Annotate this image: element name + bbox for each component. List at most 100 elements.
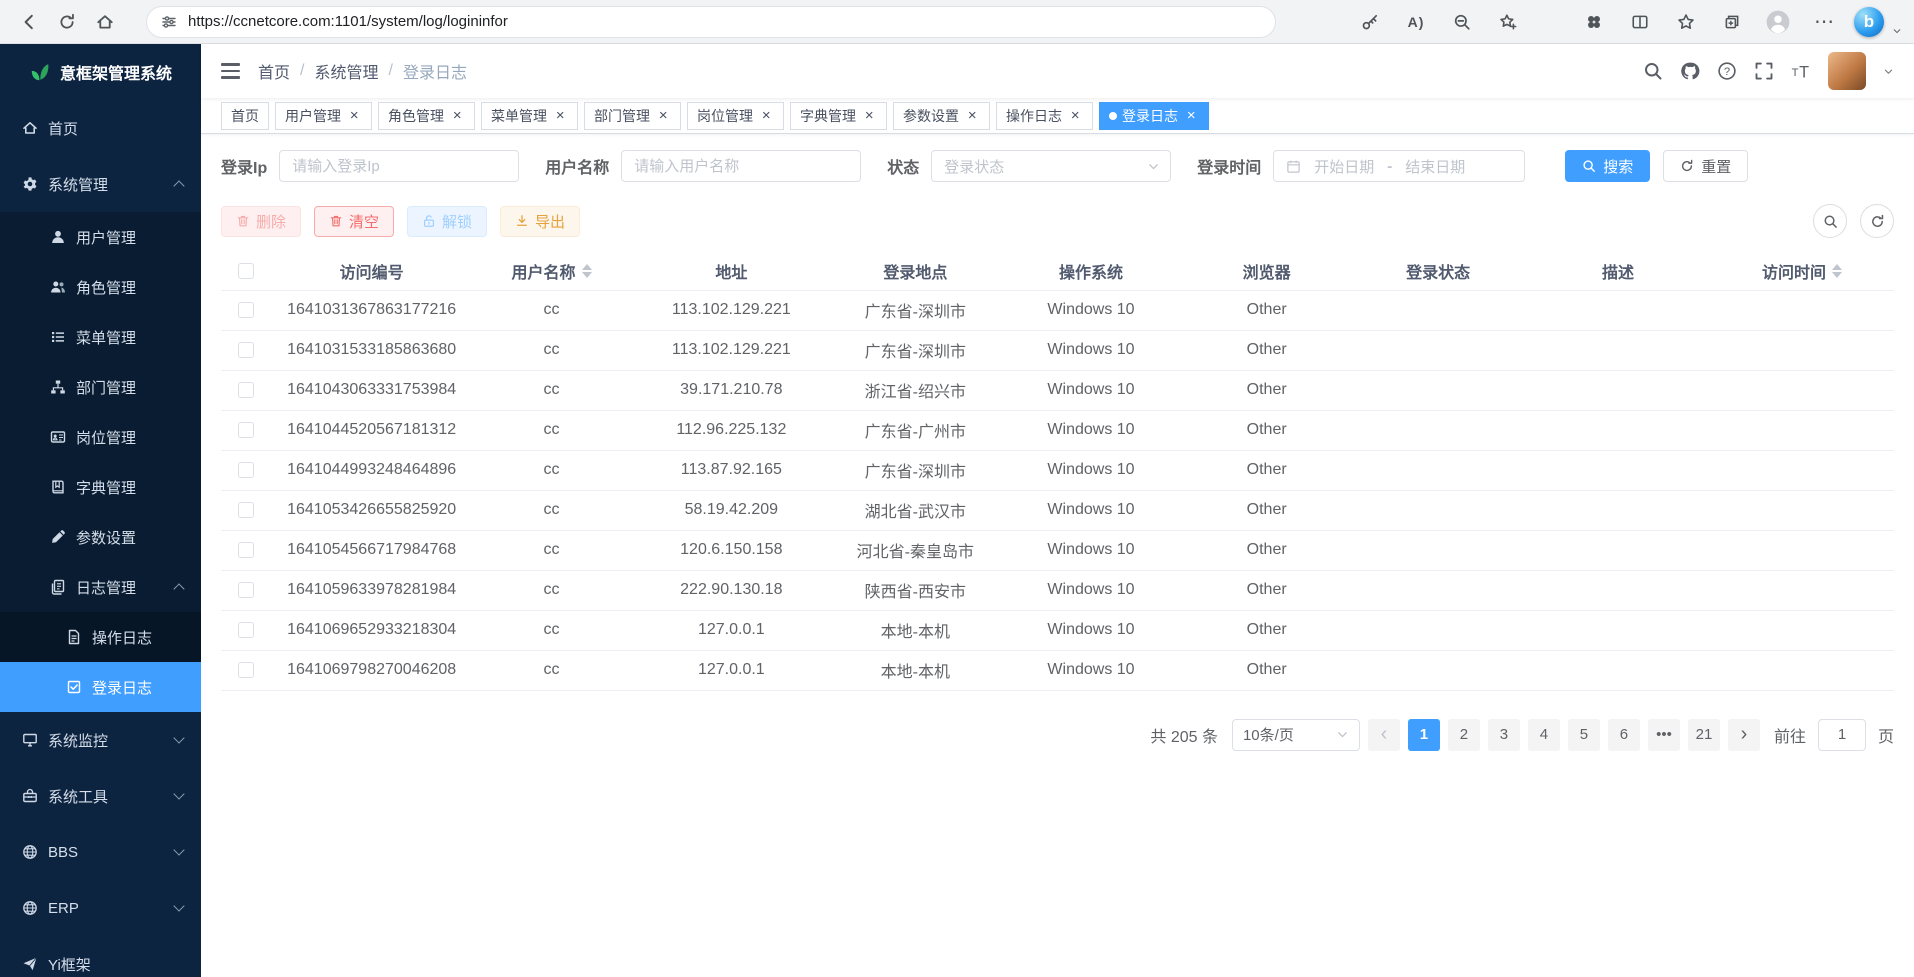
sidebar-item-operation-log[interactable]: 操作日志	[0, 612, 201, 662]
row-checkbox[interactable]	[238, 502, 254, 518]
tab[interactable]: 参数设置 ×	[893, 102, 990, 130]
close-icon[interactable]: ×	[964, 108, 980, 124]
browser-refresh-button[interactable]	[48, 4, 86, 40]
row-checkbox[interactable]	[238, 582, 254, 598]
sidebar-item-post-mgmt[interactable]: 岗位管理	[0, 412, 201, 462]
close-icon[interactable]: ×	[552, 108, 568, 124]
sidebar-item-dept-mgmt[interactable]: 部门管理	[0, 362, 201, 412]
date-range-picker[interactable]: 开始日期 - 结束日期	[1273, 150, 1525, 182]
page-button[interactable]: •••	[1648, 719, 1680, 751]
sidebar-item-bbs[interactable]: BBS	[0, 824, 201, 880]
search-toggle-button[interactable]	[1813, 204, 1847, 238]
sort-desc-icon[interactable]	[582, 272, 592, 278]
sidebar-item-erp[interactable]: ERP	[0, 880, 201, 936]
username-input[interactable]	[621, 150, 861, 182]
search-button[interactable]: 搜索	[1565, 150, 1650, 182]
sidebar-item-system-tools[interactable]: 系统工具	[0, 768, 201, 824]
bing-button[interactable]: b	[1854, 7, 1884, 37]
sidebar-item-dict-mgmt[interactable]: 字典管理	[0, 462, 201, 512]
search-icon[interactable]	[1643, 61, 1663, 81]
github-icon[interactable]	[1680, 61, 1700, 81]
sidebar-item-role-mgmt[interactable]: 角色管理	[0, 262, 201, 312]
sort-asc-icon[interactable]	[582, 264, 592, 270]
sidebar-item-home[interactable]: 首页	[0, 100, 201, 156]
page-button[interactable]: 21	[1688, 719, 1720, 751]
tab[interactable]: 首页	[221, 102, 269, 130]
select-all-checkbox[interactable]	[238, 263, 254, 279]
page-button[interactable]: 3	[1488, 719, 1520, 751]
browser-menu-button[interactable]: ⋯	[1808, 5, 1840, 39]
hamburger-menu-icon[interactable]	[221, 63, 240, 78]
breadcrumb-system-mgmt[interactable]: 系统管理	[314, 59, 378, 83]
sidebar-item-param-settings[interactable]: 参数设置	[0, 512, 201, 562]
address-bar[interactable]: https://ccnetcore.com:1101/system/log/lo…	[146, 6, 1276, 38]
avatar[interactable]	[1828, 52, 1866, 90]
tab[interactable]: 登录日志 ×	[1099, 102, 1209, 130]
browser-back-button[interactable]	[10, 4, 48, 40]
login-ip-input[interactable]	[279, 150, 519, 182]
close-icon[interactable]: ×	[758, 108, 774, 124]
sidebar-item-user-mgmt[interactable]: 用户管理	[0, 212, 201, 262]
breadcrumb-home[interactable]: 首页	[258, 59, 290, 83]
page-button[interactable]: 2	[1448, 719, 1480, 751]
close-icon[interactable]: ×	[655, 108, 671, 124]
add-favorite-icon[interactable]	[1492, 5, 1524, 39]
tab[interactable]: 部门管理 ×	[584, 102, 681, 130]
favorites-icon[interactable]	[1670, 5, 1702, 39]
close-icon[interactable]: ×	[861, 108, 877, 124]
clear-button[interactable]: 清空	[314, 206, 394, 237]
close-icon[interactable]: ×	[346, 108, 362, 124]
page-button[interactable]: 4	[1528, 719, 1560, 751]
tab[interactable]: 用户管理 ×	[275, 102, 372, 130]
help-icon[interactable]	[1717, 61, 1737, 81]
sidebar-item-system-monitor[interactable]: 系统监控	[0, 712, 201, 768]
page-button[interactable]: 5	[1568, 719, 1600, 751]
read-aloud-icon[interactable]: A)	[1400, 5, 1432, 39]
browser-home-button[interactable]	[86, 4, 124, 40]
zoom-out-icon[interactable]	[1446, 5, 1478, 39]
page-button[interactable]: 6	[1608, 719, 1640, 751]
unlock-button[interactable]: 解锁	[407, 206, 487, 237]
delete-button[interactable]: 删除	[221, 206, 301, 237]
browser-essentials-icon[interactable]	[1578, 5, 1610, 39]
reset-button[interactable]: 重置	[1663, 150, 1748, 182]
status-select[interactable]: 登录状态	[931, 150, 1171, 182]
chevron-down-icon[interactable]	[1883, 66, 1894, 77]
prev-page-button[interactable]: ‹	[1368, 719, 1400, 751]
fullscreen-icon[interactable]	[1754, 61, 1774, 81]
close-icon[interactable]: ×	[1067, 108, 1083, 124]
password-key-icon[interactable]	[1354, 5, 1386, 39]
sidebar-item-yi-framework[interactable]: Yi框架	[0, 936, 201, 977]
sort-desc-icon[interactable]	[1832, 272, 1842, 278]
collections-icon[interactable]	[1716, 5, 1748, 39]
row-checkbox[interactable]	[238, 302, 254, 318]
row-checkbox[interactable]	[238, 422, 254, 438]
sort-carets[interactable]	[582, 264, 592, 278]
page-button[interactable]: 1	[1408, 719, 1440, 751]
sort-asc-icon[interactable]	[1832, 264, 1842, 270]
tab[interactable]: 角色管理 ×	[378, 102, 475, 130]
chevron-down-icon[interactable]	[1892, 26, 1902, 36]
close-icon[interactable]: ×	[449, 108, 465, 124]
close-icon[interactable]: ×	[1183, 108, 1199, 124]
tab[interactable]: 字典管理 ×	[790, 102, 887, 130]
row-checkbox[interactable]	[238, 342, 254, 358]
font-size-icon[interactable]	[1791, 61, 1811, 81]
row-checkbox[interactable]	[238, 542, 254, 558]
tab[interactable]: 岗位管理 ×	[687, 102, 784, 130]
refresh-table-button[interactable]	[1860, 204, 1894, 238]
split-screen-icon[interactable]	[1624, 5, 1656, 39]
sort-carets[interactable]	[1832, 264, 1842, 278]
page-size-select[interactable]: 10条/页	[1232, 719, 1360, 751]
tab[interactable]: 菜单管理 ×	[481, 102, 578, 130]
sidebar-item-login-log[interactable]: 登录日志	[0, 662, 201, 712]
export-button[interactable]: 导出	[500, 206, 580, 237]
sidebar-item-log-mgmt[interactable]: 日志管理	[0, 562, 201, 612]
sidebar-item-menu-mgmt[interactable]: 菜单管理	[0, 312, 201, 362]
row-checkbox[interactable]	[238, 622, 254, 638]
row-checkbox[interactable]	[238, 462, 254, 478]
row-checkbox[interactable]	[238, 382, 254, 398]
row-checkbox[interactable]	[238, 662, 254, 678]
goto-page-input[interactable]	[1818, 719, 1866, 751]
browser-profile-button[interactable]	[1762, 5, 1794, 39]
